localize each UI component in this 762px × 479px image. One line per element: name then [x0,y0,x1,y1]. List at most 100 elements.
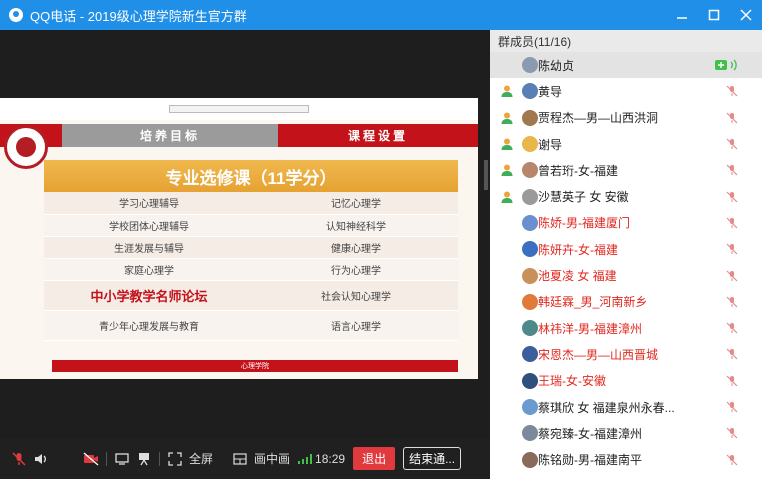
member-name: 陈妍卉-女-福建 [538,242,618,257]
muted-mic-icon [726,217,738,229]
member-row[interactable]: 谢导 [490,131,762,157]
muted-mic-icon [726,138,738,150]
member-row[interactable]: 林祎洋-男-福建漳州 [490,315,762,341]
course-cell-highlight: 中小学教学名师论坛 [44,280,254,311]
member-row[interactable]: 蔡宛臻-女-福建漳州 [490,420,762,446]
fullscreen-button[interactable]: 全屏 [189,450,213,467]
muted-mic-icon [726,270,738,281]
table-row: 中小学教学名师论坛 社会认知心理学 [44,280,458,311]
slide-tab-goals: 培养目标 [62,124,278,147]
member-name: 蔡琪欣 女 福建泉州永春... [538,400,675,415]
table-row: 青少年心理发展与教育 语言心理学 [44,310,458,341]
member-row[interactable]: 曾若珩-女-福建 [490,157,762,183]
member-name: 韩廷霖_男_河南新乡 [538,295,648,310]
call-timer: 18:29 [315,451,346,466]
avatar [522,57,538,74]
presenter-icon [139,452,149,465]
member-row[interactable]: 黄导 [490,78,762,104]
avatar [522,320,538,337]
member-row[interactable]: 宋恩杰—男—山西晋城 [490,341,762,367]
pip-icon[interactable] [229,449,251,469]
member-row[interactable]: 陈娇-男-福建厦门 [490,210,762,236]
member-name: 林祎洋-男-福建漳州 [538,321,642,336]
member-row[interactable]: 王瑞-女-安徽 [490,368,762,394]
share-screen-icon [115,452,129,465]
avatar [522,293,538,310]
avatar [522,188,538,205]
speaker-button[interactable] [30,449,52,469]
title-bar: QQ电话 - 2019级心理学院新生官方群 [0,0,762,30]
admin-role-icon [501,164,513,177]
admin-role-icon [501,85,513,98]
member-row[interactable]: 陈铭勋-男-福建南平 [490,446,762,472]
maximize-icon [708,9,720,21]
member-name: 王瑞-女-安徽 [538,374,606,389]
minimize-icon [677,17,687,19]
course-cell: 青少年心理发展与教育 [44,310,254,341]
minimize-button[interactable] [666,0,698,30]
pip-button[interactable]: 画中画 [254,450,290,467]
close-button[interactable] [730,0,762,30]
member-name: 陈幼贞 [538,58,575,73]
avatar [522,267,538,284]
muted-mic-icon [726,243,738,255]
table-row: 学习心理辅导 记忆心理学 [44,192,458,215]
avatar [522,346,538,363]
camera-off-button[interactable] [80,449,102,469]
maximize-button[interactable] [698,0,730,30]
muted-mic-icon [726,296,738,308]
mic-muted-icon [12,451,26,466]
member-row[interactable]: 池夏凌 女 福建 [490,262,762,288]
qq-phone-icon [9,8,23,22]
member-name: 陈娇-男-福建厦门 [538,216,630,231]
course-cell: 家庭心理学 [44,258,254,281]
admin-role-icon [501,112,513,124]
slide-thumbnail-strip [169,105,309,113]
course-cell: 学习心理辅导 [44,192,254,215]
course-cell: 学校团体心理辅导 [44,214,254,237]
avatar [522,162,538,179]
avatar [522,399,538,415]
muted-mic-icon [726,191,738,203]
avatar [522,83,538,100]
share-screen-button[interactable] [111,449,133,469]
end-call-button[interactable]: 结束通... [403,447,462,470]
stage-scroll-handle[interactable] [484,160,488,190]
member-row[interactable]: 陈幼贞 [490,52,762,79]
table-row: 学校团体心理辅导 认知神经科学 [44,214,458,237]
avatar [522,214,538,231]
course-cell: 认知神经科学 [254,214,458,237]
screen-share-stage[interactable]: 培养目标 课程设置 专业选修课（11学分） 学习心理辅导 记忆心理学 学校团体心… [0,30,490,438]
member-name: 宋恩杰—男—山西晋城 [538,347,659,362]
member-name: 黄导 [538,84,563,99]
avatar [522,425,538,442]
avatar [522,136,538,153]
course-cell: 社会认知心理学 [254,280,458,311]
course-cell: 健康心理学 [254,236,458,259]
member-name: 蔡宛臻-女-福建漳州 [538,426,642,441]
window-title: QQ电话 - 2019级心理学院新生官方群 [30,8,247,24]
call-toolbar: 全屏 画中画 18:29 退出 结束通... [0,438,490,479]
mic-muted-button[interactable] [8,449,30,469]
member-row[interactable]: 韩廷霖_男_河南新乡 [490,289,762,315]
avatar [522,372,538,389]
muted-mic-icon [726,164,738,176]
member-panel: 群成员(11/16) 陈幼贞黄导贾程杰—男—山西洪洞 谢导曾若珩-女-福建沙慧英子… [490,30,762,479]
member-count-header: 群成员(11/16) [490,30,762,52]
fullscreen-icon[interactable] [164,449,186,469]
avatar [522,241,538,258]
slide-header: 专业选修课（11学分） [44,160,458,192]
member-row[interactable]: 沙慧英子 女 安徽 [490,183,762,209]
member-row[interactable]: 贾程杰—男—山西洪洞 [490,105,762,131]
course-cell: 语言心理学 [254,310,458,341]
exit-button[interactable]: 退出 [353,447,396,470]
muted-mic-icon [726,86,738,97]
member-row[interactable]: 蔡琪欣 女 福建泉州永春... [490,394,762,420]
whiteboard-button[interactable] [133,449,155,469]
member-row[interactable]: 陈妍卉-女-福建 [490,236,762,262]
member-name: 曾若珩-女-福建 [538,163,618,178]
speaker-icon [35,453,46,464]
muted-mic-icon [726,401,738,413]
slide-tab-courses: 课程设置 [278,124,478,147]
muted-mic-icon [726,454,738,466]
